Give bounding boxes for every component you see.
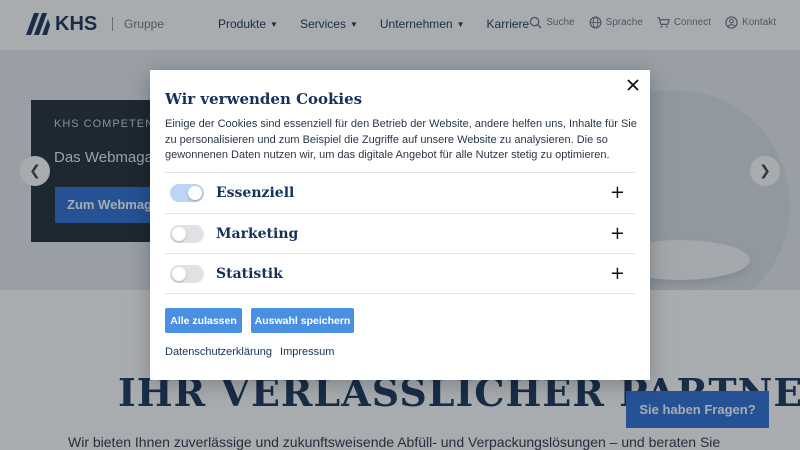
marketing-toggle[interactable]	[170, 224, 204, 243]
statistik-toggle[interactable]	[170, 264, 204, 283]
save-selection-button[interactable]: Auswahl speichern	[251, 308, 354, 333]
close-icon	[627, 79, 639, 91]
category-label: Marketing	[216, 225, 299, 242]
modal-description: Einige der Cookies sind essenziell für d…	[165, 118, 637, 161]
cookie-category-list: Essenziell + Marketing + Statistik +	[165, 172, 635, 295]
imprint-link[interactable]: Impressum	[280, 346, 334, 358]
toggle-knob	[172, 226, 186, 241]
toggle-knob	[172, 266, 186, 281]
modal-actions: Alle zulassen Auswahl speichern	[165, 308, 354, 333]
close-button[interactable]	[622, 74, 644, 96]
plus-icon[interactable]: +	[610, 182, 625, 203]
essenziell-toggle[interactable]	[170, 183, 204, 202]
privacy-link[interactable]: Datenschutzerklärung	[165, 346, 272, 358]
cookie-category-marketing[interactable]: Marketing +	[165, 212, 635, 254]
accept-all-button[interactable]: Alle zulassen	[165, 308, 242, 333]
modal-title: Wir verwenden Cookies	[165, 90, 363, 108]
cookie-consent-modal: Wir verwenden Cookies Einige der Cookies…	[150, 70, 650, 380]
cookie-category-statistik[interactable]: Statistik +	[165, 253, 635, 295]
cookie-category-essenziell[interactable]: Essenziell +	[165, 172, 635, 213]
plus-icon[interactable]: +	[610, 223, 625, 244]
toggle-knob	[188, 185, 202, 200]
modal-links: Datenschutzerklärung Impressum	[165, 346, 334, 358]
category-label: Statistik	[216, 265, 283, 282]
plus-icon[interactable]: +	[610, 263, 625, 284]
category-label: Essenziell	[216, 184, 295, 201]
